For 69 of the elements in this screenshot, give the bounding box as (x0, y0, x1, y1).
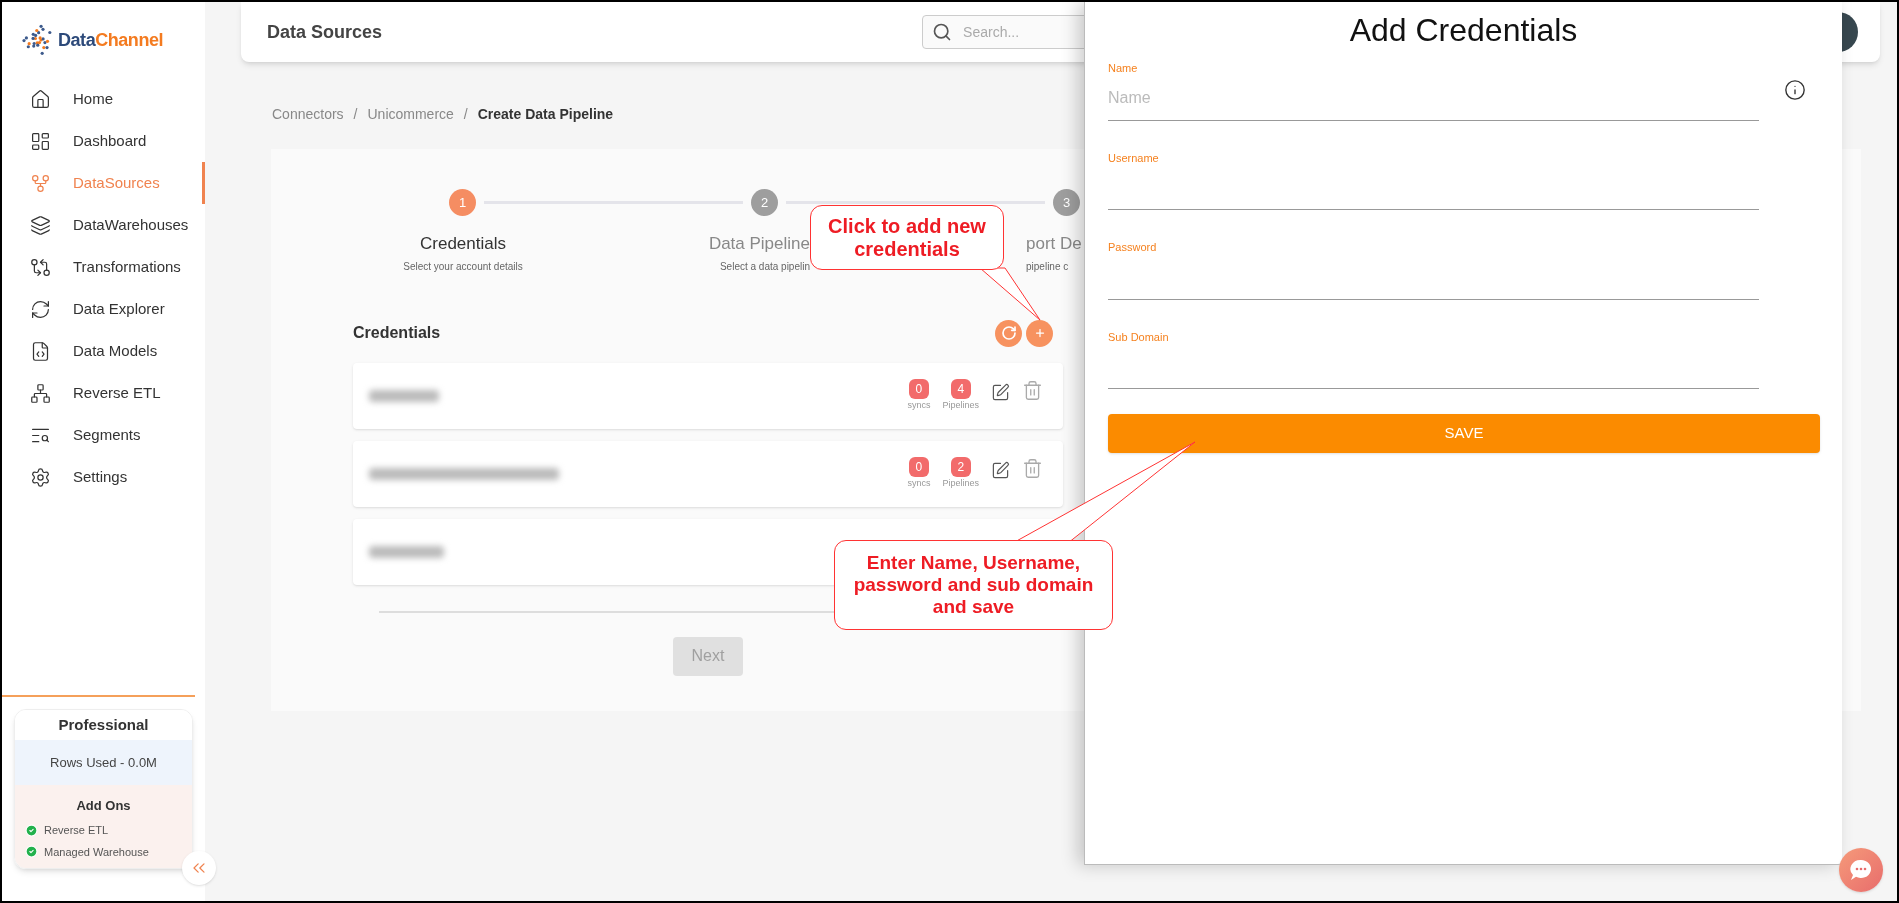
breadcrumb-current: Create Data Pipeline (477, 105, 614, 124)
code-file-icon (30, 340, 51, 362)
count-label: Pipelines (942, 398, 979, 412)
add-button[interactable] (1026, 319, 1053, 347)
nav-item[interactable]: Transformations (2, 246, 205, 288)
info-icon[interactable] (1784, 79, 1806, 102)
nav-item[interactable]: DataWarehouses (2, 204, 205, 246)
home-icon (30, 88, 51, 110)
field-label: Sub Domain (1108, 329, 1170, 345)
logo-text: DataChannel (58, 28, 164, 52)
nodes-icon (30, 172, 51, 194)
count-label: syncs (907, 398, 931, 412)
count-badge: 2 (950, 456, 971, 477)
step-number: 2 (751, 189, 778, 216)
step-title: Credentials (420, 233, 506, 255)
section-title: Credentials (353, 323, 441, 343)
step-subtitle: Select a data pipelin (719, 259, 810, 274)
search-icon (932, 22, 953, 42)
nav-item[interactable]: Home (2, 78, 205, 120)
settings-icon (30, 466, 51, 488)
refresh-button[interactable] (995, 319, 1022, 347)
callout: Enter Name, Username, password and sub domain and save (834, 540, 1113, 630)
nav-item[interactable]: Segments (2, 414, 205, 456)
count-badge: 0 (908, 456, 929, 477)
drawer-title: Add Credentials (1349, 12, 1578, 48)
callout: Click to add new credentials (810, 205, 1004, 270)
nav-item[interactable]: Settings (2, 456, 205, 498)
input-field[interactable]: Name (1108, 76, 1759, 121)
rows-used: Rows Used - 0.0M (50, 753, 157, 772)
count-badge: 4 (950, 378, 971, 399)
step-title: Data Pipeline (708, 233, 810, 255)
nav-item[interactable]: Data Explorer (2, 288, 205, 330)
step-number: 3 (1053, 189, 1080, 216)
count-label: syncs (907, 476, 931, 490)
count-badge: 0 (908, 378, 929, 399)
addon-label: Reverse ETL (44, 823, 109, 838)
nav-item[interactable]: Data Models (2, 330, 205, 372)
addons-title: Add Ons (76, 798, 131, 813)
field-label: Password (1108, 240, 1158, 255)
count-label: Pipelines (942, 476, 979, 490)
refresh-icon (1000, 325, 1017, 341)
step-subtitle: pipeline c (1026, 259, 1069, 274)
breadcrumb-separator: / (353, 105, 358, 124)
logo-icon (22, 24, 54, 56)
tree-nodes-icon (30, 382, 51, 404)
trash-icon[interactable] (1022, 379, 1043, 401)
chat-button[interactable] (1839, 848, 1883, 892)
addon-label: Managed Warehouse (44, 844, 149, 860)
trash-icon[interactable] (1022, 457, 1043, 479)
step-title: port De (1026, 233, 1082, 255)
chat-bubble-icon (1848, 858, 1874, 882)
field-label: Username (1108, 150, 1160, 166)
step-number: 1 (449, 189, 476, 216)
page-title: Data Sources (267, 20, 383, 44)
plan-title: Professional (58, 714, 149, 735)
collapse-button[interactable] (182, 851, 216, 885)
step-subtitle: Select your account details (403, 259, 523, 274)
cycle-arrows-icon (30, 298, 51, 320)
field-label: Name (1108, 61, 1139, 76)
blurred-name (369, 389, 439, 402)
plus-icon (1033, 327, 1046, 339)
layers-icon (30, 214, 51, 236)
nav-item[interactable]: Reverse ETL (2, 372, 205, 414)
compare-arrows-icon (30, 256, 51, 278)
nav-item[interactable]: Dashboard (2, 120, 205, 162)
breadcrumb-separator: / (463, 105, 468, 124)
dashboard-icon (30, 130, 51, 152)
edit-icon[interactable] (991, 460, 1010, 480)
edit-icon[interactable] (991, 382, 1010, 402)
